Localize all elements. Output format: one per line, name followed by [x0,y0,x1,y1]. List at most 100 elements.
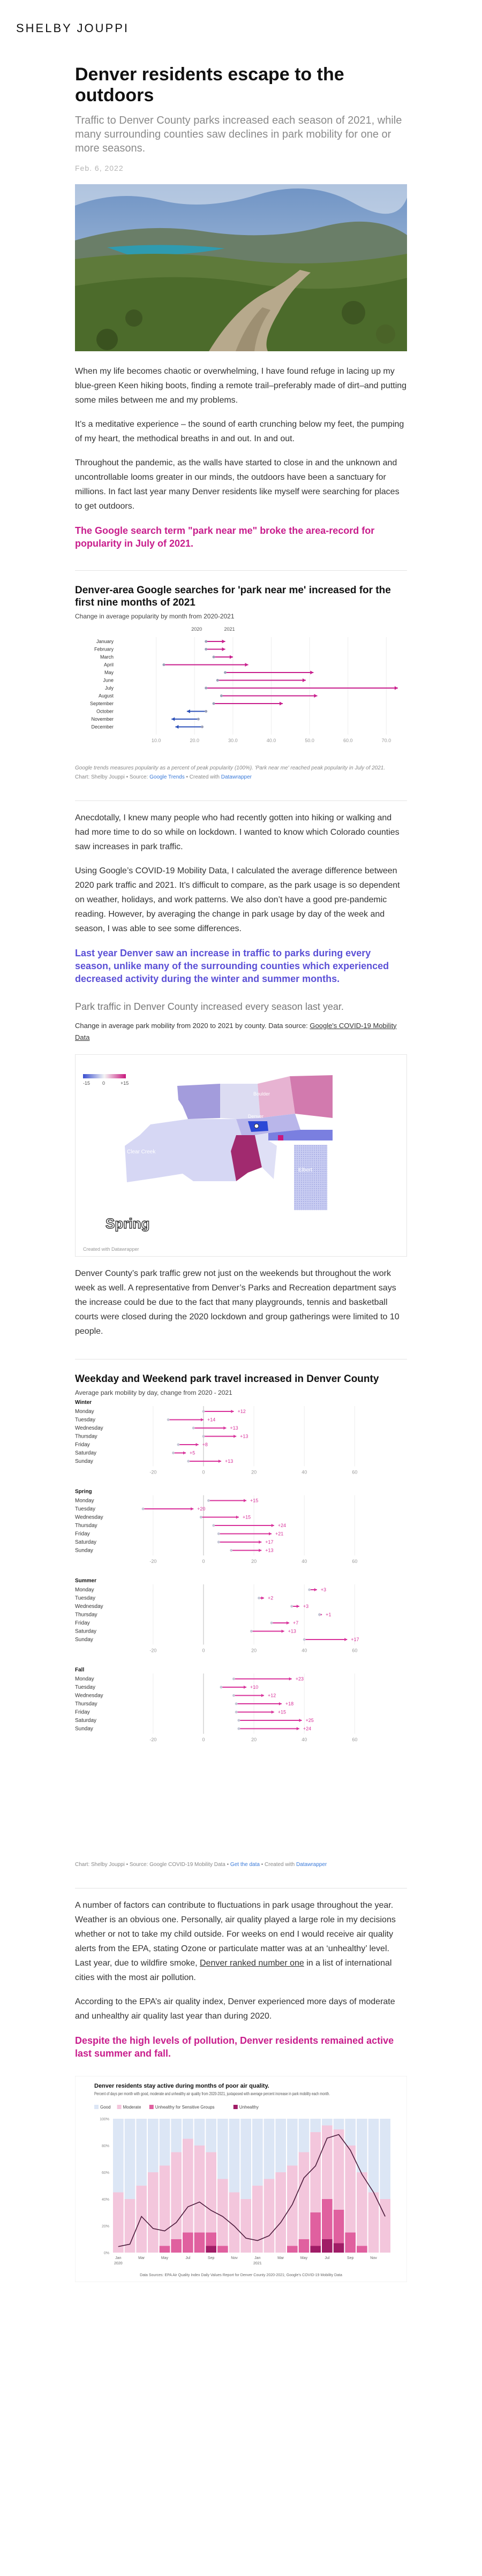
denver-ranked-link[interactable]: Denver ranked number one [200,1959,304,1968]
paragraph: Denver County’s park traffic grew not ju… [75,1268,400,1336]
arrow-head [279,701,283,706]
chart-subtitle: Average park mobility by day, change fro… [75,1388,232,1396]
day-label: Sunday [75,1459,93,1464]
dot-2020 [232,1694,235,1697]
dot-2020 [318,1613,321,1616]
legend-label: Unhealthy for Sensitive Groups [155,2105,215,2110]
y-tick-label: 0% [104,2252,109,2255]
aqi-bar-good [171,2118,182,2152]
month-label: January [96,639,114,644]
aqi-bar-good [124,2118,135,2199]
hero-photo [75,184,407,352]
dot-2020 [212,655,215,659]
change-label: +24 [278,1523,286,1528]
aqi-bar-usg [217,2246,228,2253]
paragraph: According to the EPA’s air quality index… [75,1997,395,2021]
x-tick-label: 20 [251,1737,257,1742]
aqi-bar-good [380,2118,390,2199]
arrow-head [229,655,233,659]
credit-tool-link[interactable]: Datawrapper [221,774,252,780]
x-tick-label: 40 [302,1559,307,1564]
month-label: October [96,708,114,714]
day-label: Thursday [75,1701,97,1707]
aqi-bar-moderate [217,2179,228,2246]
x-tick-label: Jul [325,2256,329,2260]
county-elbert[interactable] [294,1144,327,1210]
aqi-bar-good [310,2118,321,2132]
arrow-head [201,1418,204,1422]
aqi-bar-unhealthy [206,2246,216,2253]
aqi-bar-moderate [333,2129,344,2210]
x-tick-label: -20 [149,1469,156,1475]
y-tick-label: 80% [102,2144,109,2148]
credit-mid: • Created with [259,1861,296,1868]
legend-label: Moderate [123,2105,141,2110]
dot-2020 [237,1727,240,1730]
paragraph: Using Google’s COVID-19 Mobility Data, I… [75,866,400,933]
aqi-bar-moderate [148,2172,159,2253]
divider [75,570,407,571]
change-label: +8 [202,1442,208,1447]
county-gilpin[interactable] [177,1083,220,1119]
day-label: Sunday [75,1726,93,1732]
aqi-bar-moderate [240,2199,251,2253]
change-label: +23 [296,1676,304,1681]
hero-landscape-image [75,184,407,352]
arrow-dot-chart: 2020 2021 10.0 20.0 30.0 40.0 50.0 60.0 70.0 Janu… [90,626,398,743]
aqi-bar-moderate [113,2192,124,2253]
arrow-head [244,1685,246,1689]
x-tick-label: 40.0 [267,738,276,743]
county-broomfield[interactable] [258,1076,295,1118]
arrow-head [236,1515,239,1519]
day-label: Wednesday [75,1693,103,1698]
y-tick-label: 60% [102,2171,109,2175]
day-label: Sunday [75,1637,93,1643]
site-name-link[interactable]: SHELBY JOUPPI [16,21,129,35]
map-legend-scale [83,1074,126,1078]
arrow-head [259,1548,262,1552]
x-tick-label: Sep [347,2256,354,2260]
dot-2020 [250,1629,253,1633]
x-tick-label: Sep [208,2256,215,2260]
aqi-bar-moderate [183,2139,193,2233]
change-label: +18 [285,1701,293,1706]
aqi-bar-moderate [171,2152,182,2239]
divider [75,800,407,801]
day-label: Thursday [75,1433,97,1439]
dot-2020 [270,1621,273,1625]
arrow-head [222,639,225,644]
arrow-head [234,1434,237,1438]
credit-source-link[interactable]: Google Trends [149,774,185,780]
y-tick-label: 40% [102,2198,109,2202]
county-map: -15 0 +15 Boulder Clear Creek Denver Elb… [75,1054,407,1257]
x-tick-label: Mar [277,2256,284,2260]
aqi-bar-usg [206,2232,216,2246]
dot-2020 [141,1507,145,1510]
arrow-head [299,1718,302,1722]
aqi-bar-good [345,2118,356,2146]
arrow-head [261,1694,264,1697]
aqi-bar-good [159,2118,170,2166]
month-label: December [91,724,114,729]
aqi-bar-usg [357,2246,367,2253]
month-label: April [104,662,114,667]
x-tick-label: 60.0 [343,738,353,743]
county-adams[interactable] [290,1075,333,1118]
county-map-graphic: -15 0 +15 Boulder Clear Creek Denver Elb… [83,1074,333,1252]
x-tick-label: May [161,2256,169,2260]
x-tick-label: 0 [202,1559,205,1564]
aqi-bar-moderate [368,2192,379,2253]
arrow-head [195,1442,199,1446]
dot-2020 [224,671,227,674]
arrow-head [259,1540,262,1544]
dot-2020 [205,647,208,651]
map-leadsub-text: Change in average park mobility from 202… [75,1021,310,1030]
get-data-link[interactable]: Get the data [230,1862,260,1868]
season-heading: Winter [75,1400,92,1406]
credit-tool-link[interactable]: Datawrapper [296,1862,327,1868]
dot-2020 [205,640,208,643]
dot-2020 [207,1499,210,1502]
aqi-bar-good [263,2118,275,2179]
arrow-head [218,1459,221,1463]
aqi-bar-moderate [287,2165,298,2246]
